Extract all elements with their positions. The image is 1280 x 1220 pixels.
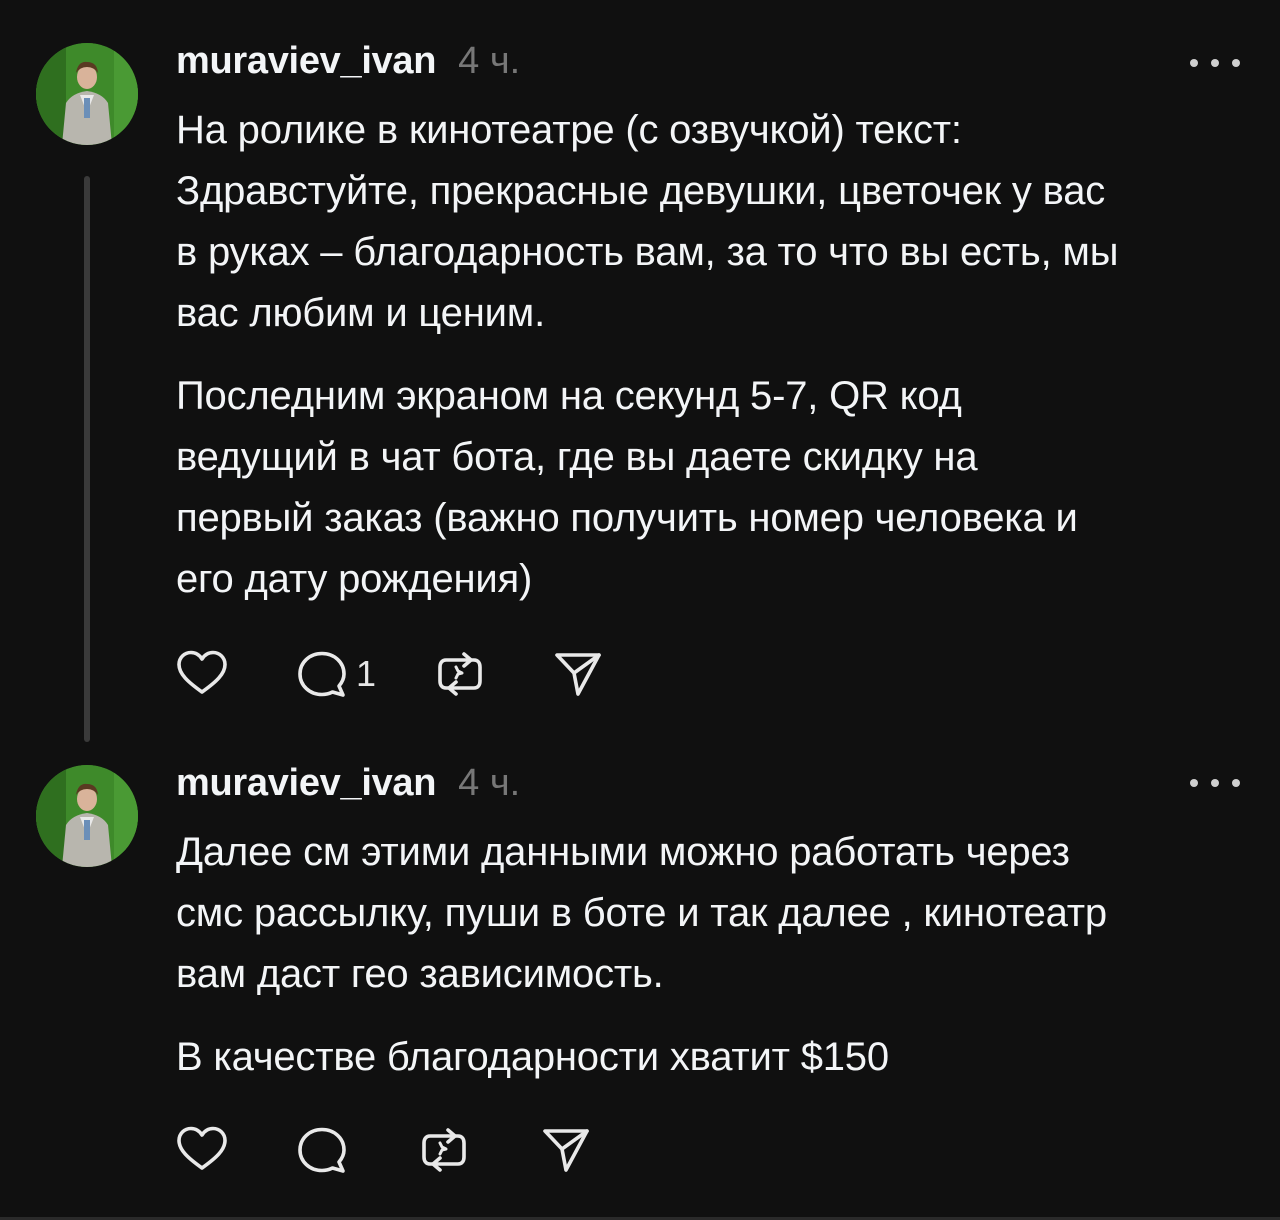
more-dots-icon <box>1232 779 1240 787</box>
post-paragraph: Последним экраном на секунд 5-7, QR код … <box>176 374 1078 601</box>
more-dots-icon <box>1211 779 1219 787</box>
more-dots-icon <box>1190 779 1198 787</box>
like-button[interactable] <box>174 646 230 702</box>
username[interactable]: muraviev_ivan <box>176 762 436 805</box>
action-bar: 1 <box>174 646 604 702</box>
repost-arrows-icon <box>438 652 482 696</box>
post-header: muraviev_ivan 4 ч. <box>176 40 520 84</box>
more-dots-icon <box>1232 59 1240 67</box>
thread-post: muraviev_ivan 4 ч. Далее см этими данным… <box>0 740 1280 1220</box>
more-options-button[interactable] <box>1190 768 1240 798</box>
post-header: muraviev_ivan 4 ч. <box>176 762 520 806</box>
repost-arrows-icon <box>422 1128 466 1172</box>
avatar-photo <box>36 765 138 867</box>
reply-button[interactable]: 1 <box>296 648 376 700</box>
post-paragraph: В качестве благодарности хватит $150 <box>176 1035 889 1079</box>
more-dots-icon <box>1211 59 1219 67</box>
action-bar <box>174 1122 592 1178</box>
avatar-photo <box>36 43 138 145</box>
send-paper-plane-icon <box>555 653 601 696</box>
reply-count: 1 <box>356 653 377 694</box>
more-dots-icon <box>1190 59 1198 67</box>
comment-bubble-icon <box>298 1127 346 1173</box>
post-text: На ролике в кинотеатре (с озвучкой) текс… <box>176 100 1256 610</box>
send-paper-plane-icon <box>543 1129 589 1172</box>
share-button[interactable] <box>552 648 604 700</box>
post-paragraph: Далее см этими данными можно работать че… <box>176 830 1107 996</box>
like-button[interactable] <box>174 1122 230 1178</box>
heart-icon <box>177 650 227 694</box>
reply-button[interactable] <box>296 1124 348 1176</box>
thread-post: muraviev_ivan 4 ч. На ролике в кинотеатр… <box>0 0 1280 750</box>
timestamp: 4 ч. <box>458 40 521 82</box>
share-button[interactable] <box>540 1124 592 1176</box>
thread-line <box>84 176 90 742</box>
avatar[interactable] <box>36 43 138 145</box>
post-paragraph: На ролике в кинотеатре (с озвучкой) текс… <box>176 108 1119 335</box>
heart-icon <box>177 1126 227 1170</box>
timestamp: 4 ч. <box>458 762 521 804</box>
repost-button[interactable] <box>434 648 486 700</box>
more-options-button[interactable] <box>1190 48 1240 78</box>
repost-button[interactable] <box>418 1124 470 1176</box>
post-text: Далее см этими данными можно работать че… <box>176 822 1256 1088</box>
username[interactable]: muraviev_ivan <box>176 40 436 83</box>
comment-bubble-icon <box>298 651 346 697</box>
avatar[interactable] <box>36 765 138 867</box>
